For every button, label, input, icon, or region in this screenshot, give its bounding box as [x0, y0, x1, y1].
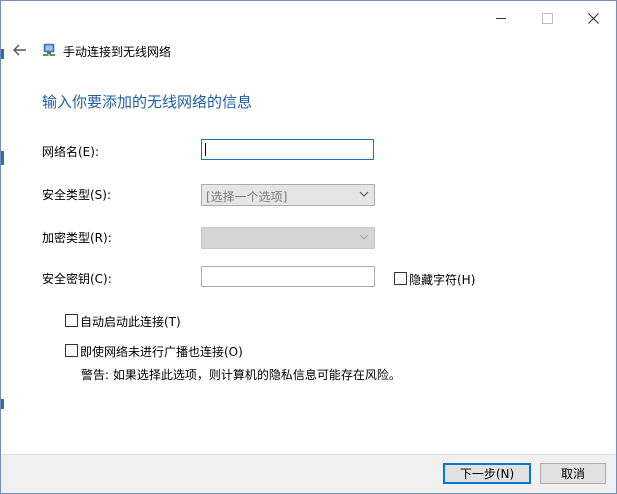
- security-key-input[interactable]: [201, 266, 375, 287]
- page-heading: 输入你要添加的无线网络的信息: [42, 93, 253, 111]
- hide-characters-checkbox[interactable]: [394, 272, 407, 285]
- background-window-strip: [1, 1, 5, 493]
- text-caret: [205, 143, 206, 156]
- chevron-down-icon: [359, 191, 369, 197]
- encryption-type-select[interactable]: [201, 227, 375, 249]
- network-name-label: 网络名(E):: [42, 145, 99, 159]
- next-button[interactable]: 下一步(N): [443, 463, 531, 484]
- cancel-button[interactable]: 取消: [540, 463, 606, 484]
- auto-start-checkbox[interactable]: [65, 314, 78, 327]
- security-type-value: [选择一个选项]: [206, 190, 288, 204]
- back-arrow-icon: [13, 44, 26, 56]
- auto-start-label[interactable]: 自动启动此连接(T): [80, 313, 181, 330]
- dialog-window: 手动连接到无线网络 输入你要添加的无线网络的信息 网络名(E): 安全类型(S)…: [0, 0, 617, 494]
- network-name-input[interactable]: [201, 139, 374, 160]
- connect-without-broadcast-checkbox[interactable]: [65, 344, 78, 357]
- privacy-warning-text: 警告: 如果选择此选项，则计算机的隐私信息可能存在风险。: [81, 368, 401, 382]
- dialog-title: 手动连接到无线网络: [63, 45, 172, 59]
- strip-mark: [1, 49, 4, 59]
- wireless-network-icon: [43, 43, 55, 56]
- maximize-icon: [541, 12, 553, 24]
- encryption-type-label: 加密类型(R):: [42, 231, 112, 245]
- strip-mark: [1, 151, 4, 165]
- close-icon: [587, 12, 599, 24]
- back-button[interactable]: [10, 40, 30, 60]
- hide-characters-label[interactable]: 隐藏字符(H): [409, 271, 475, 288]
- chevron-down-icon: [359, 234, 369, 240]
- connect-without-broadcast-label[interactable]: 即使网络未进行广播也连接(O): [80, 343, 243, 360]
- minimize-button[interactable]: [478, 1, 524, 35]
- security-type-label: 安全类型(S):: [42, 188, 112, 202]
- close-button[interactable]: [570, 1, 616, 35]
- security-type-select[interactable]: [选择一个选项]: [201, 184, 375, 206]
- minimize-icon: [496, 17, 506, 19]
- title-bar: [1, 1, 616, 35]
- strip-mark: [1, 399, 4, 409]
- maximize-button[interactable]: [524, 1, 570, 35]
- security-key-label: 安全密钥(C):: [42, 272, 112, 286]
